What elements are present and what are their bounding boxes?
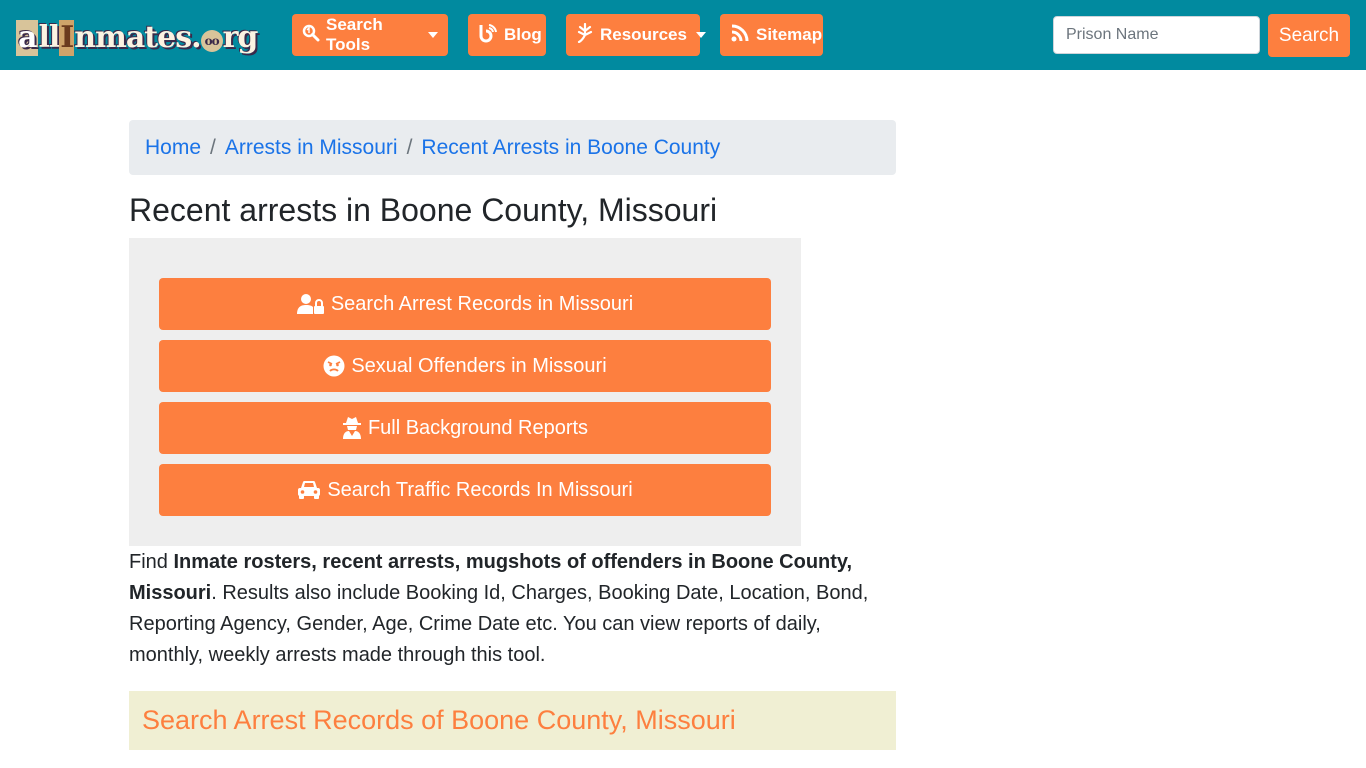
logo-wordmark: allInmates. oo rg <box>16 20 259 56</box>
nav-resources-dropdown[interactable]: Resources <box>566 14 706 56</box>
search-traffic-records-button[interactable]: Search Traffic Records In Missouri <box>159 464 771 516</box>
car-icon <box>297 480 321 500</box>
breadcrumb-separator: / <box>406 135 413 159</box>
sexual-offenders-button[interactable]: Sexual Offenders in Missouri <box>159 340 771 392</box>
full-background-reports-button[interactable]: Full Background Reports <box>159 402 771 454</box>
blog-icon <box>478 23 498 48</box>
rss-icon <box>730 23 750 48</box>
user-secret-icon <box>342 416 362 440</box>
nav-resources-label: Resources <box>600 25 687 44</box>
breadcrumb-recent-arrests-boone[interactable]: Recent Arrests in Boone County <box>421 136 720 160</box>
logo-letters-rg: rg <box>222 20 259 55</box>
full-background-reports-label: Full Background Reports <box>367 416 589 439</box>
logo-letter-i: I <box>59 20 74 56</box>
user-lock-icon <box>296 293 325 315</box>
description-lead: Find <box>129 551 174 573</box>
logo-letter-a: a <box>16 20 39 56</box>
search-arrest-records-button[interactable]: Search Arrest Records in Missouri <box>159 278 771 330</box>
logo-letters-ll: ll <box>38 20 60 55</box>
breadcrumb: Home / Arrests in Missouri / Recent Arre… <box>129 120 896 175</box>
search-arrest-records-section-header: Search Arrest Records of Boone County, M… <box>129 691 896 750</box>
breadcrumb-separator: / <box>210 135 216 159</box>
cta-panel: Search Arrest Records in Missouri Sexual… <box>129 238 801 546</box>
prison-name-search-input[interactable] <box>1053 16 1260 54</box>
search-icon <box>302 24 320 47</box>
breadcrumb-home[interactable]: Home <box>145 136 201 160</box>
search-arrest-records-label: Search Arrest Records in Missouri <box>330 292 634 315</box>
breadcrumb-arrests-in-missouri[interactable]: Arrests in Missouri <box>225 136 398 160</box>
sexual-offenders-label: Sexual Offenders in Missouri <box>351 354 607 377</box>
angry-face-icon <box>323 355 345 377</box>
section-heading: Search Arrest Records of Boone County, M… <box>142 705 736 735</box>
nav-sitemap-label: Sitemap <box>756 25 823 44</box>
site-logo[interactable]: allInmates. oo rg <box>16 16 259 56</box>
nav-search-tools-label: Search Tools <box>326 15 383 54</box>
top-navbar: allInmates. oo rg Search Tools Blog Resour… <box>0 0 1366 70</box>
chevron-down-icon <box>695 32 706 38</box>
nav-blog-label: Blog <box>504 25 542 44</box>
nav-blog-link[interactable]: Blog <box>468 14 546 56</box>
page-title: Recent arrests in Boone County, Missouri <box>129 192 718 228</box>
search-traffic-records-label: Search Traffic Records In Missouri <box>327 478 633 501</box>
chevron-down-icon <box>428 32 438 38</box>
description-rest: . Results also include Booking Id, Charg… <box>129 582 869 666</box>
search-button[interactable]: Search <box>1268 14 1350 57</box>
handcuffs-icon: oo <box>200 30 223 52</box>
nav-sitemap-link[interactable]: Sitemap <box>720 14 823 56</box>
nav-search-tools-dropdown[interactable]: Search Tools <box>292 14 448 56</box>
leaf-icon <box>576 22 594 48</box>
page-description: Find Inmate rosters, recent arrests, mug… <box>129 547 899 671</box>
logo-letters-nmates: nmates. <box>74 20 201 55</box>
